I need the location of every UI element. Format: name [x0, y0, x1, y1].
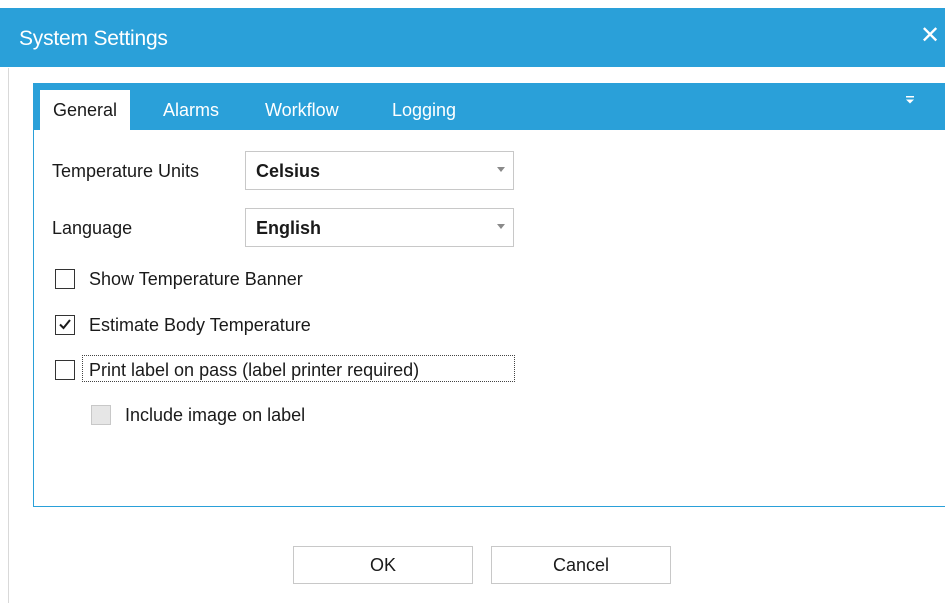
- include-image-checkbox: [91, 405, 111, 425]
- tab-strip: General Alarms Workflow Logging: [34, 84, 945, 130]
- close-icon[interactable]: ✕: [915, 21, 945, 51]
- estimate-body-checkbox[interactable]: [55, 315, 75, 335]
- print-label-checkbox[interactable]: [55, 360, 75, 380]
- language-select[interactable]: English: [245, 208, 514, 247]
- estimate-body-label[interactable]: Estimate Body Temperature: [89, 315, 311, 336]
- tab-logging[interactable]: Logging: [392, 90, 456, 130]
- chevron-down-icon: [497, 224, 505, 229]
- include-image-label: Include image on label: [125, 405, 306, 425]
- show-banner-checkbox[interactable]: [55, 269, 75, 289]
- language-value: English: [256, 218, 322, 238]
- checkmark-icon: [59, 319, 71, 330]
- cancel-button[interactable]: Cancel: [491, 546, 671, 584]
- tab-dropdown-icon[interactable]: [902, 92, 918, 108]
- tab-general[interactable]: General: [40, 90, 131, 130]
- settings-window: System Settings ✕ General Alarms Workflo…: [0, 0, 945, 603]
- window-title: System Settings: [19, 27, 168, 50]
- window-left-border: [8, 68, 9, 603]
- tab-workflow[interactable]: Workflow: [265, 90, 339, 130]
- temperature-units-value: Celsius: [256, 161, 321, 181]
- show-banner-label[interactable]: Show Temperature Banner: [89, 269, 303, 290]
- tab-alarms[interactable]: Alarms: [163, 90, 219, 130]
- language-label: Language: [52, 218, 133, 238]
- print-label-label[interactable]: Print label on pass (label printer requi…: [89, 360, 419, 381]
- temperature-units-label: Temperature Units: [52, 161, 200, 181]
- temperature-units-select[interactable]: Celsius: [245, 151, 514, 190]
- tab-panel: General Alarms Workflow Logging: [33, 83, 945, 507]
- chevron-down-icon: [497, 167, 505, 172]
- title-bar[interactable]: System Settings ✕: [0, 8, 945, 67]
- ok-button[interactable]: OK: [293, 546, 473, 584]
